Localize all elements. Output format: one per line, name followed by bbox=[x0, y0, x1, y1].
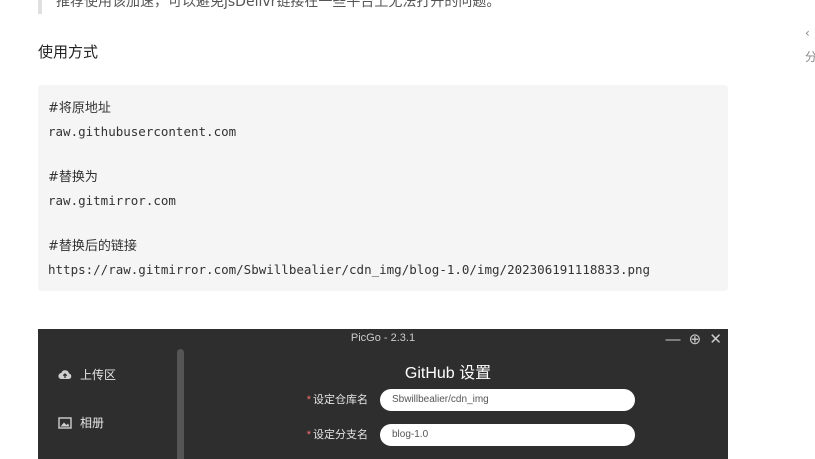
code-line: #替换后的链接 bbox=[48, 239, 137, 254]
side-glyph: 分 bbox=[805, 50, 815, 64]
section-heading: 使用方式 bbox=[38, 43, 99, 61]
code-line: https://raw.gitmirror.com/Sbwillbealier/… bbox=[48, 262, 651, 277]
sidebar: 上传区 相册 bbox=[38, 351, 178, 459]
sidebar-item-upload[interactable]: 上传区 bbox=[58, 366, 116, 383]
field-label-text: 设定分支名 bbox=[313, 429, 368, 441]
page-title: GitHub 设置 bbox=[404, 365, 492, 382]
image-icon bbox=[58, 416, 72, 430]
close-icon[interactable]: ✕ bbox=[709, 331, 722, 348]
minimize-icon[interactable]: — bbox=[666, 331, 681, 348]
repo-name-label: * 设定仓库名 bbox=[295, 391, 368, 407]
code-block: #将原地址 raw.githubusercontent.com #替换为 raw… bbox=[38, 85, 728, 291]
sidebar-item-label: 相册 bbox=[80, 416, 105, 430]
branch-name-label: * 设定分支名 bbox=[295, 426, 368, 442]
repo-name-input[interactable]: Sbwillbealier/cdn_img bbox=[380, 389, 635, 411]
required-mark: * bbox=[306, 429, 311, 441]
picgo-window-screenshot: PicGo - 2.3.1 — ⊕ ✕ 上传区 相册 GitHub 设置 * 设定… bbox=[38, 329, 728, 459]
cloud-upload-icon bbox=[58, 368, 72, 382]
code-line: raw.gitmirror.com bbox=[48, 193, 176, 208]
window-controls: — ⊕ ✕ bbox=[662, 330, 723, 348]
branch-name-input[interactable]: blog-1.0 bbox=[380, 424, 635, 446]
code-line: raw.githubusercontent.com bbox=[48, 124, 237, 139]
code-line: #替换为 bbox=[48, 170, 98, 185]
sidebar-item-gallery[interactable]: 相册 bbox=[58, 414, 104, 431]
maximize-icon[interactable]: ⊕ bbox=[689, 331, 702, 348]
field-label-text: 设定仓库名 bbox=[313, 394, 368, 406]
required-mark: * bbox=[306, 394, 311, 406]
code-line: #将原地址 bbox=[48, 101, 111, 116]
sidebar-scrollbar[interactable] bbox=[177, 349, 184, 459]
window-title: PicGo - 2.3.1 bbox=[350, 332, 416, 344]
window-titlebar: PicGo - 2.3.1 — ⊕ ✕ bbox=[38, 329, 728, 351]
side-glyph: ‹ bbox=[805, 26, 810, 40]
blockquote: 推荐使用该加速，可以避免jsDelivr链接在一些平台上无法打开的问题。 bbox=[38, 0, 728, 14]
sidebar-item-label: 上传区 bbox=[80, 368, 117, 382]
